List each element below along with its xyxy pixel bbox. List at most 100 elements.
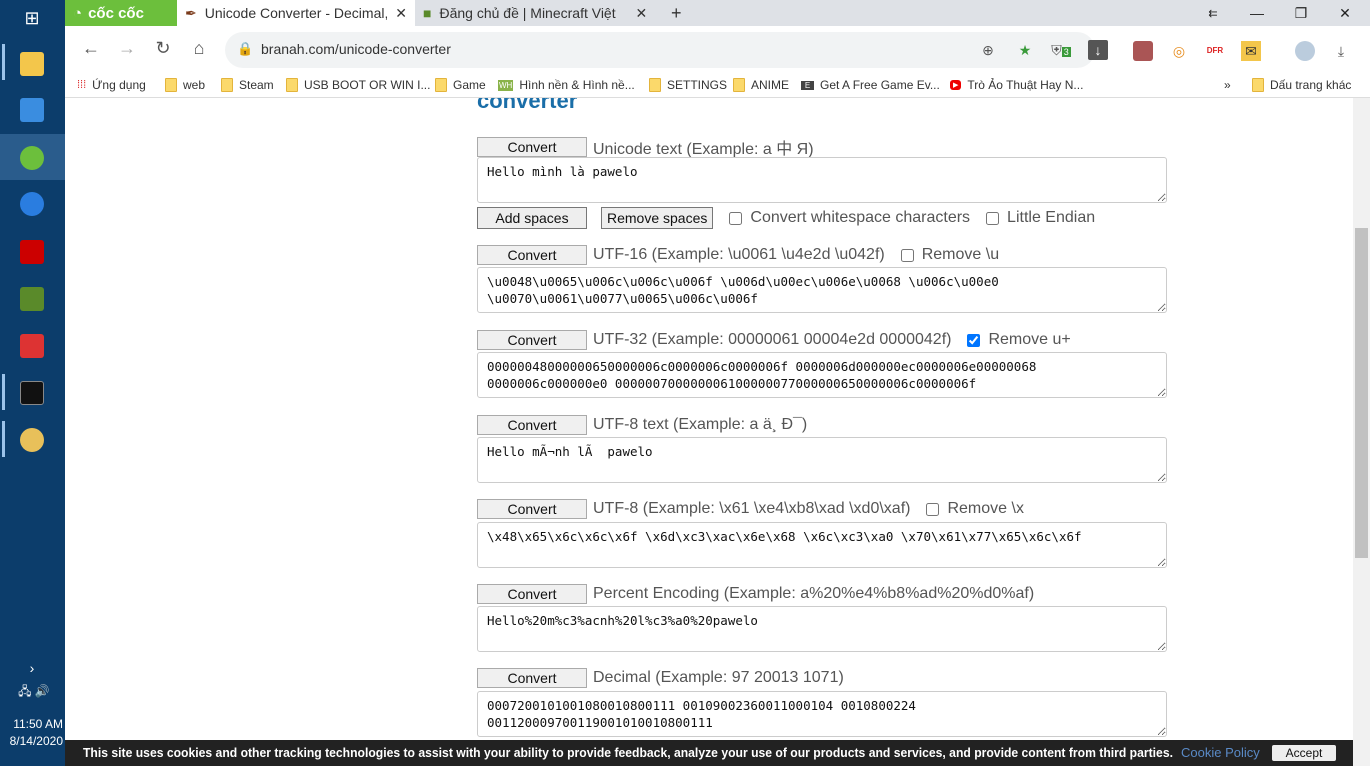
bookmarks-overflow-icon[interactable]: »	[1224, 78, 1231, 92]
convert-decimal-button[interactable]: Convert	[477, 668, 587, 688]
section-label: UTF-8 (Example: \x61 \xe4\xb8\xad \xd0\x…	[593, 500, 911, 517]
restore-button[interactable]: ❐	[1279, 0, 1323, 26]
reload-icon[interactable]: ↻	[151, 38, 175, 59]
coccoc-logo[interactable]: ◔ cốc cốc	[65, 0, 177, 26]
clock[interactable]: 11:50 AM 8/14/2020	[0, 716, 63, 750]
utf8-text-input[interactable]: Hello mÃ¬nh lÃ pawelo	[477, 437, 1167, 483]
bookmark-link[interactable]: ▶ Trò Ảo Thuật Hay N...	[950, 78, 1083, 92]
network-volume-icon[interactable]: 🖧 🔊	[14, 680, 54, 704]
folder-icon	[165, 78, 177, 92]
little-endian-checkbox[interactable]	[986, 211, 1000, 225]
extension-icon[interactable]	[1133, 41, 1153, 61]
bookmark-label: ANIME	[751, 78, 790, 92]
remove-spaces-button[interactable]: Remove spaces	[601, 207, 714, 229]
favicon: ✒	[185, 4, 197, 21]
convert-percent-button[interactable]: Convert	[477, 584, 587, 604]
zoom-icon[interactable]: ⊕	[978, 40, 998, 60]
back-icon[interactable]: ←	[79, 38, 103, 59]
app-icon[interactable]	[20, 334, 44, 358]
convert-whitespace-checkbox[interactable]	[729, 211, 743, 225]
minecraft-icon[interactable]	[20, 287, 44, 311]
bookmark-folder[interactable]: Game	[435, 78, 486, 92]
remove-u-checkbox[interactable]	[900, 248, 914, 262]
youtube-icon: ▶	[950, 80, 962, 90]
section-label: UTF-32 (Example: 00000061 00004e2d 00000…	[593, 331, 952, 348]
bookmark-folder[interactable]: web	[165, 78, 205, 92]
bookmark-star-icon[interactable]: ★	[1015, 40, 1035, 60]
shield-icon[interactable]: ⛨ 3	[1051, 40, 1071, 60]
bookmark-folder[interactable]: USB BOOT OR WIN I...	[286, 78, 430, 92]
garena-icon[interactable]	[20, 240, 44, 264]
close-icon[interactable]: ✕	[395, 5, 407, 22]
bookmark-folder[interactable]: ANIME	[733, 78, 789, 92]
scrollbar-thumb[interactable]	[1355, 228, 1368, 558]
download-icon[interactable]: ↓	[1088, 40, 1108, 60]
decimal-row: Convert Decimal (Example: 97 20013 1071)	[477, 668, 844, 688]
minimize-button[interactable]: —	[1235, 0, 1279, 26]
address-bar[interactable]: 🔒 branah.com/unicode-converter ⊕ ★ ⛨ 3 ↓	[225, 32, 1108, 68]
bookmark-link[interactable]: WH Hình nền & Hình nề...	[498, 78, 635, 92]
terminal-icon[interactable]	[20, 381, 44, 405]
add-spaces-button[interactable]: Add spaces	[477, 207, 587, 229]
bookmark-label: Ứng dụng	[92, 78, 146, 92]
utf32-input[interactable]: 00000048000000650000006c0000006c0000006f…	[477, 352, 1167, 398]
bookmark-link[interactable]: E Get A Free Game Ev...	[801, 78, 940, 92]
control-panel-icon[interactable]	[20, 98, 44, 122]
checkbox-label: Remove \x	[947, 500, 1024, 517]
percent-input[interactable]: Hello%20m%c3%acnh%20l%c3%a0%20pawelo	[477, 606, 1167, 652]
bookmark-label: Get A Free Game Ev...	[820, 78, 940, 92]
app-icon[interactable]	[20, 192, 44, 216]
tab-minecraft[interactable]: ■ Đăng chủ đề | Minecraft Việt ✕	[415, 0, 661, 26]
unicode-text-input[interactable]: Hello mình là pawelo	[477, 157, 1167, 203]
downloads-icon[interactable]: ⤓	[1331, 41, 1351, 61]
cookie-policy-link[interactable]: Cookie Policy	[1181, 745, 1260, 760]
decimal-input[interactable]: 0007200101001080010800111 00109002360011…	[477, 691, 1167, 737]
accept-cookies-button[interactable]: Accept	[1272, 745, 1336, 761]
lock-icon: 🔒	[237, 41, 254, 56]
bookmark-folder[interactable]: Steam	[221, 78, 274, 92]
bookmark-label: Hình nền & Hình nề...	[519, 78, 635, 92]
convert-utf32-button[interactable]: Convert	[477, 330, 587, 350]
utf16-row: Convert UTF-16 (Example: \u0061 \u4e2d \u…	[477, 245, 999, 265]
convert-utf16-button[interactable]: Convert	[477, 245, 587, 265]
paint-icon[interactable]	[20, 428, 44, 452]
new-tab-button[interactable]: +	[663, 0, 690, 26]
remove-x-checkbox[interactable]	[926, 502, 940, 516]
coccoc-browser-icon[interactable]	[20, 146, 44, 170]
date: 8/14/2020	[9, 734, 63, 748]
folder-icon	[221, 78, 233, 92]
mail-icon[interactable]: ✉	[1241, 41, 1261, 61]
tab-title: Đăng chủ đề | Minecraft Việt	[439, 5, 616, 21]
tab-title: Unicode Converter - Decimal,	[204, 5, 388, 21]
avatar[interactable]	[1295, 41, 1315, 61]
utf8-input[interactable]: \x48\x65\x6c\x6c\x6f \x6d\xc3\xac\x6e\x6…	[477, 522, 1167, 568]
close-window-button[interactable]: ✕	[1323, 0, 1367, 26]
folder-icon	[435, 78, 447, 92]
cookie-banner: This site uses cookies and other trackin…	[65, 740, 1353, 766]
other-bookmarks[interactable]: Dấu trang khác	[1252, 78, 1351, 92]
section-label: Unicode text (Example: a 中 Я)	[593, 141, 814, 158]
windows-start-icon[interactable]: ⊞	[20, 6, 44, 30]
scrollbar[interactable]	[1353, 98, 1370, 766]
remove-uplus-checkbox[interactable]	[967, 333, 981, 347]
home-icon[interactable]: ⌂	[187, 38, 211, 59]
tab-search-icon[interactable]: ⇇	[1191, 0, 1235, 26]
convert-utf8-text-button[interactable]: Convert	[477, 415, 587, 435]
extension-icon[interactable]: DFR	[1205, 41, 1225, 61]
tab-unicode-converter[interactable]: ✒ Unicode Converter - Decimal, ✕	[177, 0, 415, 26]
convert-unicode-button[interactable]: Convert	[477, 137, 587, 157]
utf16-input[interactable]: \u0048\u0065\u006c\u006c\u006f \u006d\u0…	[477, 267, 1167, 313]
convert-utf8-button[interactable]: Convert	[477, 499, 587, 519]
close-icon[interactable]: ✕	[635, 5, 647, 22]
file-explorer-icon[interactable]	[20, 52, 44, 76]
section-label: UTF-8 text (Example: a ä¸ Ð¯)	[593, 416, 808, 433]
extension-icon[interactable]: ◎	[1169, 41, 1189, 61]
bookmark-label: Game	[453, 78, 486, 92]
bookmark-apps[interactable]: ⁞⁞⁞ Ứng dụng	[77, 78, 146, 92]
bookmark-folder[interactable]: SETTINGS	[649, 78, 727, 92]
running-indicator	[2, 374, 5, 410]
bookmarks-bar: ⁞⁞⁞ Ứng dụng web Steam USB BOOT OR WIN I.…	[65, 74, 1370, 98]
chevron-right-icon[interactable]: ›	[20, 656, 44, 680]
wh-icon: WH	[498, 79, 514, 91]
forward-icon[interactable]: →	[115, 38, 139, 59]
